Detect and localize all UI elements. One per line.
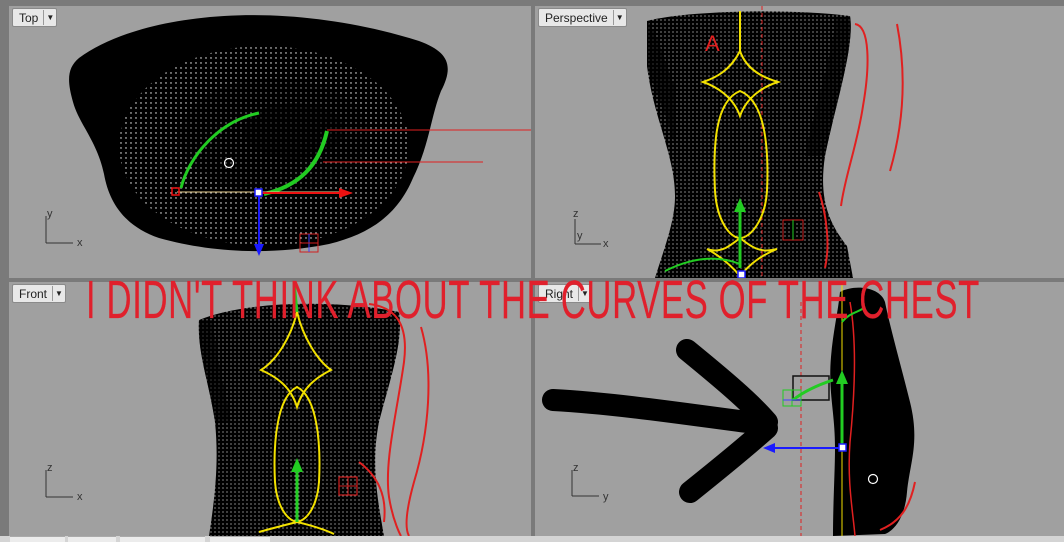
viewport-tab[interactable]: Perspective ▼ [538,8,627,27]
right-view-canvas[interactable]: z y [535,282,1064,536]
viewport-title: Front [19,286,48,301]
view-tab[interactable] [10,536,65,542]
hand-drawn-arrow-icon [542,339,778,503]
view-tab-strip [0,536,1064,542]
viewport-front[interactable]: z x Front ▼ [9,282,531,536]
viewport-tab[interactable]: Front ▼ [12,284,67,303]
svg-text:x: x [77,491,83,503]
viewport-title: Top [19,10,39,25]
svg-text:y: y [603,491,609,503]
viewport-right[interactable]: z y Right ▼ [535,282,1064,536]
chevron-down-icon[interactable]: ▼ [43,10,56,25]
chevron-down-icon[interactable]: ▼ [52,286,65,301]
viewport-perspective[interactable]: A z y x Perspective ▼ [535,6,1064,278]
front-view-canvas[interactable]: z x [9,282,531,536]
viewport-title: Perspective [545,10,608,25]
viewport-top[interactable]: y x Top ▼ [9,6,531,278]
axis-y-label: y [47,208,53,220]
svg-text:z: z [47,462,53,474]
svg-text:z: z [573,208,579,220]
viewport-tab[interactable]: Top ▼ [12,8,58,27]
chevron-down-icon[interactable]: ▼ [578,286,591,301]
chevron-down-icon[interactable]: ▼ [612,10,626,25]
svg-text:A: A [705,31,720,56]
svg-text:x: x [603,238,609,250]
svg-text:z: z [573,462,579,474]
view-tab[interactable] [68,536,116,542]
svg-text:y: y [577,230,583,242]
viewport-title: Right [545,286,574,301]
view-tab[interactable] [210,536,270,542]
axis-x-label: x [77,237,83,249]
axis-indicator [45,470,73,498]
view-tab[interactable] [120,536,205,542]
axis-indicator [45,216,73,244]
viewport-tab[interactable]: Right ▼ [538,284,593,303]
top-view-canvas[interactable]: y x [9,6,531,278]
perspective-view-canvas[interactable]: A z y x [535,6,1064,278]
